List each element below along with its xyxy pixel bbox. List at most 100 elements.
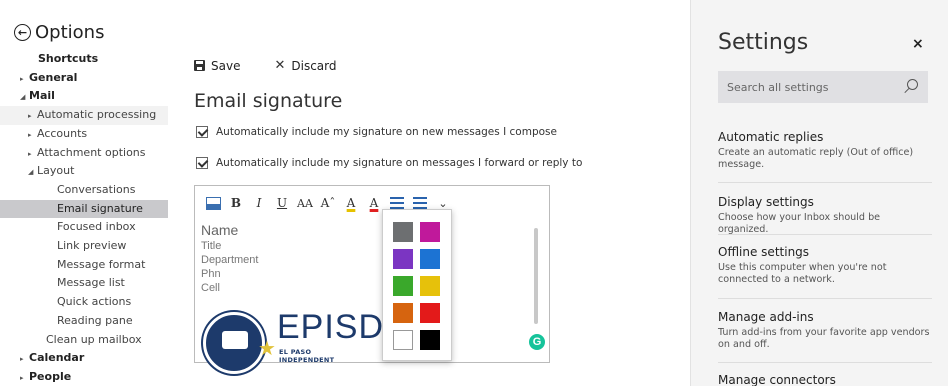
color-swatch[interactable] bbox=[420, 276, 440, 296]
settings-item-display-settings[interactable]: Display settings Choose how your Inbox sh… bbox=[718, 195, 932, 236]
color-swatch[interactable] bbox=[393, 222, 413, 242]
nav-item-label: Shortcuts bbox=[38, 52, 99, 65]
nav-item-label: Focused inbox bbox=[57, 220, 136, 234]
nav-item-message-format[interactable]: Message format bbox=[0, 256, 168, 275]
nav-item-label: Message list bbox=[57, 276, 125, 290]
page-title: Email signature bbox=[194, 90, 343, 112]
settings-item-desc: Choose how your Inbox should be organize… bbox=[718, 212, 881, 235]
font-size-button[interactable]: AA bbox=[295, 194, 315, 212]
settings-item-title: Manage connectors bbox=[718, 373, 836, 386]
logo-wordmark: EPISD bbox=[277, 308, 385, 346]
settings-item-title: Automatic replies bbox=[718, 130, 824, 144]
settings-item-title: Display settings bbox=[718, 195, 814, 209]
nav-item-label: Clean up mailbox bbox=[46, 332, 142, 346]
nav-item-accounts[interactable]: ▸ Accounts bbox=[0, 125, 168, 144]
nav-item-label: Link preview bbox=[57, 239, 127, 252]
settings-search-box[interactable] bbox=[718, 71, 928, 103]
nav-item-link-preview[interactable]: Link preview bbox=[0, 237, 168, 256]
color-swatch[interactable] bbox=[393, 330, 413, 350]
bold-button[interactable]: B bbox=[226, 194, 246, 212]
editor-scrollbar[interactable] bbox=[534, 228, 538, 324]
settings-item-desc: Turn add-ins from your favorite app vend… bbox=[718, 327, 930, 350]
signature-line: Department bbox=[201, 254, 259, 266]
nav-item-layout[interactable]: ◢ Layout bbox=[0, 162, 168, 181]
color-swatch[interactable] bbox=[420, 222, 440, 242]
color-swatch[interactable] bbox=[420, 249, 440, 269]
signature-text[interactable]: Name Title Department Phn Cell bbox=[201, 222, 258, 295]
settings-item-automatic-replies[interactable]: Automatic replies Create an automatic rep… bbox=[718, 130, 932, 171]
nav-item-label: Attachment options bbox=[37, 145, 146, 159]
settings-item-manage-add-ins[interactable]: Manage add-ins Turn add-ins from your fav… bbox=[718, 310, 932, 351]
settings-item-title: Manage add-ins bbox=[718, 310, 814, 324]
auto-new-checkbox-row[interactable]: Automatically include my signature on ne… bbox=[196, 126, 557, 138]
nav-item-conversations[interactable]: Conversations bbox=[0, 181, 168, 200]
image-icon bbox=[205, 196, 221, 210]
nav-item-mail[interactable]: ◢ Mail bbox=[0, 87, 168, 106]
settings-item-title: Offline settings bbox=[718, 245, 810, 259]
nav-item-label: Automatic processing bbox=[37, 108, 157, 122]
logo-subtitle: EL PASO INDEPENDENT bbox=[279, 348, 335, 364]
nav-item-message-list[interactable]: Message list bbox=[0, 274, 168, 293]
nav-item-quick-actions[interactable]: Quick actions bbox=[0, 293, 168, 312]
options-title: Options bbox=[35, 22, 105, 43]
auto-reply-checkbox[interactable] bbox=[196, 157, 208, 169]
settings-title: Settings bbox=[718, 30, 809, 55]
color-swatch[interactable] bbox=[393, 249, 413, 269]
nav-item-label: Conversations bbox=[57, 182, 136, 196]
caret-right-icon[interactable]: ▸ bbox=[28, 107, 37, 126]
font-color-button[interactable]: A bbox=[364, 194, 384, 212]
settings-divider bbox=[718, 182, 932, 183]
nav-item-label: Message format bbox=[57, 257, 146, 271]
nav-item-label: Calendar bbox=[29, 351, 85, 365]
close-settings-icon[interactable]: × bbox=[912, 36, 924, 52]
caret-right-icon[interactable]: ▸ bbox=[20, 369, 29, 386]
insert-image-button[interactable] bbox=[203, 194, 223, 212]
search-icon[interactable] bbox=[907, 79, 918, 90]
nav-item-focused-inbox[interactable]: Focused inbox bbox=[0, 218, 168, 237]
nav-item-general[interactable]: ▸ General bbox=[0, 69, 168, 88]
nav-item-clean-up-mailbox[interactable]: Clean up mailbox bbox=[0, 331, 168, 350]
auto-new-checkbox[interactable] bbox=[196, 126, 208, 138]
settings-divider bbox=[718, 234, 932, 235]
nav-item-label: People bbox=[29, 369, 72, 383]
underline-button[interactable]: U bbox=[272, 194, 292, 212]
save-button[interactable]: Save bbox=[194, 58, 240, 73]
color-swatch[interactable] bbox=[393, 303, 413, 323]
settings-item-offline-settings[interactable]: Offline settings Use this computer when y… bbox=[718, 245, 932, 286]
save-label: Save bbox=[211, 58, 241, 73]
nav-item-label: Reading pane bbox=[57, 313, 133, 327]
settings-search-input[interactable] bbox=[727, 80, 897, 94]
grammarly-icon[interactable]: G bbox=[529, 334, 545, 350]
signature-editor[interactable]: B I U AA Aˆ A A ⌄ Name Title Department Ph… bbox=[194, 185, 550, 374]
save-disk-icon bbox=[194, 60, 205, 71]
grow-font-button[interactable]: Aˆ bbox=[318, 194, 338, 212]
nav-item-label: Email signature bbox=[57, 201, 143, 215]
nav-item-email-signature[interactable]: Email signature bbox=[0, 199, 168, 219]
caret-right-icon[interactable]: ▸ bbox=[28, 126, 37, 145]
nav-item-label: Quick actions bbox=[57, 295, 132, 309]
caret-right-icon[interactable]: ▸ bbox=[28, 145, 37, 164]
discard-button[interactable]: ✕ Discard bbox=[274, 58, 336, 73]
nav-item-calendar[interactable]: ▸ Calendar bbox=[0, 349, 168, 368]
nav-item-reading-pane[interactable]: Reading pane bbox=[0, 312, 168, 331]
nav-item-attachment-options[interactable]: ▸ Attachment options bbox=[0, 144, 168, 163]
caret-right-icon[interactable]: ▸ bbox=[20, 350, 29, 369]
nav-item-people[interactable]: ▸ People bbox=[0, 368, 168, 386]
auto-reply-checkbox-row[interactable]: Automatically include my signature on me… bbox=[196, 157, 582, 169]
italic-button[interactable]: I bbox=[249, 194, 269, 212]
nav-item-label: Layout bbox=[37, 164, 75, 178]
color-swatch[interactable] bbox=[420, 303, 440, 323]
settings-pane: Settings × Automatic replies Create an au… bbox=[690, 0, 948, 386]
back-arrow-icon[interactable]: ← bbox=[14, 24, 31, 41]
caret-down-icon[interactable]: ◢ bbox=[20, 88, 29, 107]
color-swatch[interactable] bbox=[393, 276, 413, 296]
nav-item-shortcuts[interactable]: Shortcuts bbox=[0, 50, 168, 69]
signature-lines: Title Department Phn Cell bbox=[201, 239, 258, 295]
highlight-button[interactable]: A bbox=[341, 194, 361, 212]
options-header[interactable]: ← Options bbox=[14, 22, 104, 43]
color-swatch[interactable] bbox=[420, 330, 440, 350]
caret-down-icon[interactable]: ◢ bbox=[28, 163, 37, 182]
settings-item-manage-connectors[interactable]: Manage connectors bbox=[718, 373, 932, 386]
caret-right-icon[interactable]: ▸ bbox=[20, 70, 29, 89]
nav-item-automatic-processing[interactable]: ▸ Automatic processing bbox=[0, 106, 168, 125]
